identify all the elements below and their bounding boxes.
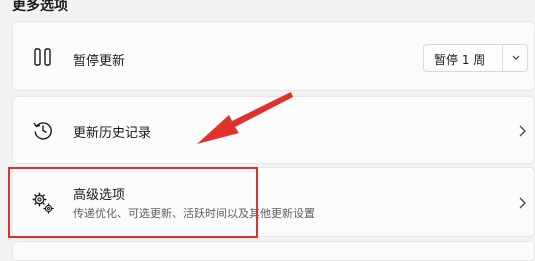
next-option-card[interactable]	[12, 241, 535, 261]
chevron-down-icon[interactable]	[510, 53, 522, 63]
history-icon	[30, 117, 56, 143]
pause-icon	[30, 44, 56, 70]
update-history-label: 更新历史记录	[73, 126, 152, 141]
pause-updates-label: 暂停更新	[73, 54, 126, 69]
pause-duration-value: 暂停 1 周	[434, 53, 486, 67]
dropdown-separator	[502, 45, 503, 71]
update-history-card[interactable]: 更新历史记录	[12, 96, 535, 164]
highlight-box	[8, 167, 258, 238]
pause-duration-dropdown[interactable]: 暂停 1 周	[423, 44, 528, 72]
pause-updates-card: 暂停更新 暂停 1 周	[12, 21, 535, 91]
chevron-right-icon	[516, 196, 528, 210]
section-title: 更多选项	[12, 0, 68, 14]
chevron-right-icon	[516, 124, 528, 138]
